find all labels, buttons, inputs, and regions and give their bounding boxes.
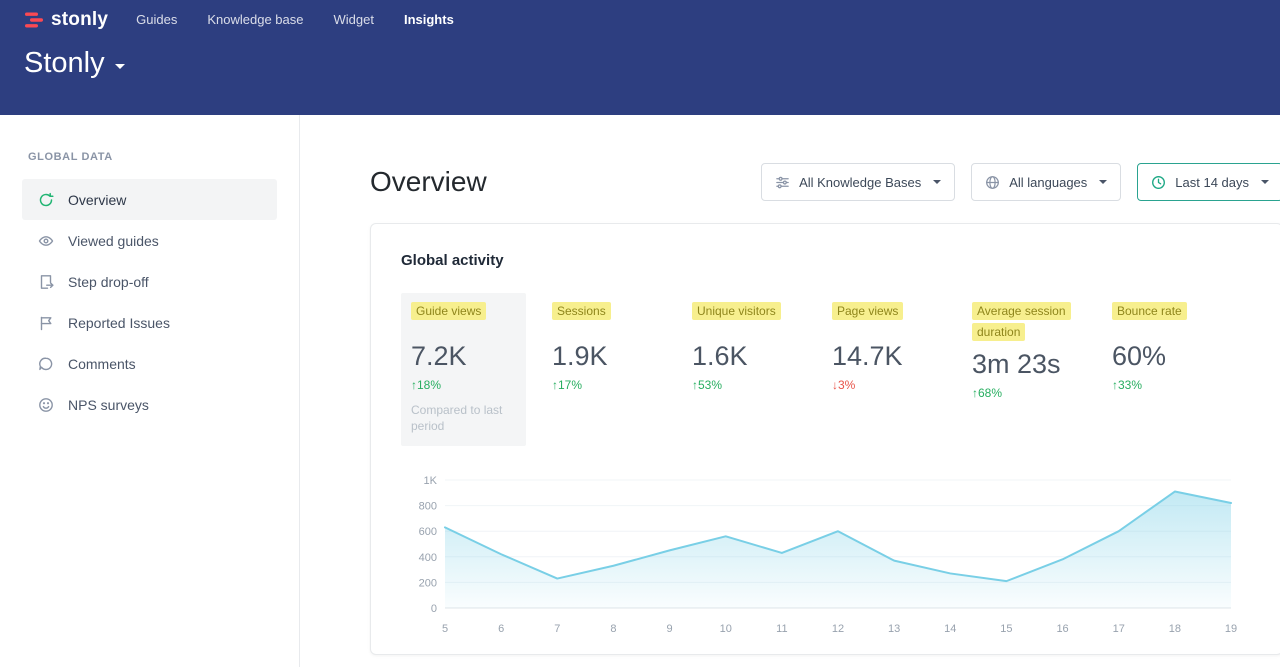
filter-label: All languages (1009, 175, 1087, 190)
metric-note: Compared to last period (411, 402, 515, 434)
metric-delta: 53% (692, 378, 832, 392)
workspace-selector[interactable]: Stonly (24, 47, 125, 80)
sidebar-item-reported-issues[interactable]: Reported Issues (22, 302, 277, 343)
svg-text:13: 13 (888, 623, 900, 635)
nav-item-knowledge-base[interactable]: Knowledge base (207, 12, 303, 27)
clock-icon (1151, 175, 1166, 190)
flag-icon (38, 315, 54, 331)
metric-guide-views[interactable]: Guide views 7.2K 18% Compared to last pe… (401, 293, 526, 446)
svg-text:800: 800 (419, 501, 437, 513)
svg-text:18: 18 (1169, 623, 1181, 635)
metric-delta: 17% (552, 378, 692, 392)
metric-sessions[interactable]: Sessions 1.9K 17% (552, 293, 692, 446)
svg-text:16: 16 (1056, 623, 1068, 635)
sidebar-item-label: NPS surveys (68, 397, 149, 413)
comment-icon (38, 356, 54, 372)
stonly-logo-text: stonly (51, 9, 108, 31)
sidebar-item-comments[interactable]: Comments (22, 343, 277, 384)
sidebar-item-nps-surveys[interactable]: NPS surveys (22, 384, 277, 425)
metric-delta: 3% (832, 378, 972, 392)
metric-label: Sessions (552, 302, 611, 320)
filters: All Knowledge Bases All languages (761, 163, 1280, 201)
sidebar-item-label: Viewed guides (68, 233, 159, 249)
top-nav: stonly Guides Knowledge base Widget Insi… (24, 0, 1256, 30)
metrics-row: Guide views 7.2K 18% Compared to last pe… (401, 293, 1252, 446)
top-bar: stonly Guides Knowledge base Widget Insi… (0, 0, 1280, 115)
activity-chart: 0 200 400 600 800 1K 5 6 7 8 9 10 11 12 13 14 15 16 17 18 19 (401, 470, 1252, 643)
metric-page-views[interactable]: Page views 14.7K 3% (832, 293, 972, 446)
knowledge-bases-filter[interactable]: All Knowledge Bases (761, 163, 955, 201)
chevron-down-icon (933, 180, 941, 184)
metric-label: Page views (832, 302, 903, 320)
activity-chart-svg: 0 200 400 600 800 1K 5 6 7 8 9 10 11 12 13 14 15 16 17 18 19 (401, 470, 1241, 638)
metric-label: Average session duration (972, 302, 1071, 341)
svg-text:12: 12 (832, 623, 844, 635)
metric-unique-visitors[interactable]: Unique visitors 1.6K 53% (692, 293, 832, 446)
sidebar-item-label: Comments (68, 356, 136, 372)
card-title: Global activity (401, 252, 1252, 269)
svg-text:600: 600 (419, 527, 437, 539)
main-content: Overview All Knowledge Bases (300, 115, 1280, 667)
metric-label: Bounce rate (1112, 302, 1187, 320)
top-nav-items: Guides Knowledge base Widget Insights (136, 12, 454, 27)
svg-text:8: 8 (610, 623, 616, 635)
nav-item-guides[interactable]: Guides (136, 12, 177, 27)
metric-delta: 68% (972, 386, 1112, 400)
sidebar-item-step-drop-off[interactable]: Step drop-off (22, 261, 277, 302)
svg-text:200: 200 (419, 578, 437, 590)
metric-value: 1.6K (692, 341, 832, 371)
svg-text:19: 19 (1225, 623, 1237, 635)
sliders-icon (775, 175, 790, 190)
svg-text:6: 6 (498, 623, 504, 635)
svg-text:10: 10 (720, 623, 732, 635)
svg-text:15: 15 (1000, 623, 1012, 635)
stonly-logo[interactable]: stonly (24, 9, 108, 31)
chevron-down-icon (1261, 180, 1269, 184)
metric-label: Unique visitors (692, 302, 781, 320)
filter-label: Last 14 days (1175, 175, 1249, 190)
metric-bounce-rate[interactable]: Bounce rate 60% 33% (1112, 293, 1252, 446)
nav-item-widget[interactable]: Widget (334, 12, 374, 27)
svg-text:7: 7 (554, 623, 560, 635)
step-dropoff-icon (38, 274, 54, 290)
page-title: Overview (370, 166, 487, 198)
stonly-logo-icon (24, 10, 44, 30)
workspace-name: Stonly (24, 47, 105, 80)
sidebar-section-label: GLOBAL DATA (0, 151, 299, 163)
metric-value: 3m 23s (972, 349, 1112, 379)
sidebar-item-label: Reported Issues (68, 315, 170, 331)
metric-delta: 18% (411, 378, 516, 392)
global-activity-card: Global activity Guide views 7.2K 18% Com… (370, 223, 1280, 655)
chevron-down-icon (1099, 180, 1107, 184)
eye-icon (38, 233, 54, 249)
metric-value: 60% (1112, 341, 1252, 371)
svg-text:5: 5 (442, 623, 448, 635)
svg-text:1K: 1K (424, 475, 438, 487)
sidebar: GLOBAL DATA Overview Viewed guides (0, 115, 300, 667)
svg-text:9: 9 (667, 623, 673, 635)
metric-value: 14.7K (832, 341, 972, 371)
sidebar-item-label: Step drop-off (68, 274, 149, 290)
metric-average-session-duration[interactable]: Average session duration 3m 23s 68% (972, 293, 1112, 446)
sidebar-item-overview[interactable]: Overview (22, 179, 277, 220)
filter-label: All Knowledge Bases (799, 175, 921, 190)
chevron-down-icon (115, 64, 125, 69)
date-range-filter[interactable]: Last 14 days (1137, 163, 1280, 201)
sidebar-item-viewed-guides[interactable]: Viewed guides (22, 220, 277, 261)
svg-text:14: 14 (944, 623, 956, 635)
svg-text:11: 11 (776, 623, 787, 635)
svg-text:0: 0 (431, 603, 437, 615)
languages-filter[interactable]: All languages (971, 163, 1121, 201)
metric-label: Guide views (411, 302, 486, 320)
sidebar-item-label: Overview (68, 192, 126, 208)
nav-item-insights[interactable]: Insights (404, 12, 454, 27)
smiley-icon (38, 397, 54, 413)
svg-text:400: 400 (419, 552, 437, 564)
globe-icon (985, 175, 1000, 190)
overview-icon (38, 192, 54, 208)
metric-value: 7.2K (411, 341, 516, 371)
metric-delta: 33% (1112, 378, 1252, 392)
svg-text:17: 17 (1113, 623, 1125, 635)
metric-value: 1.9K (552, 341, 692, 371)
